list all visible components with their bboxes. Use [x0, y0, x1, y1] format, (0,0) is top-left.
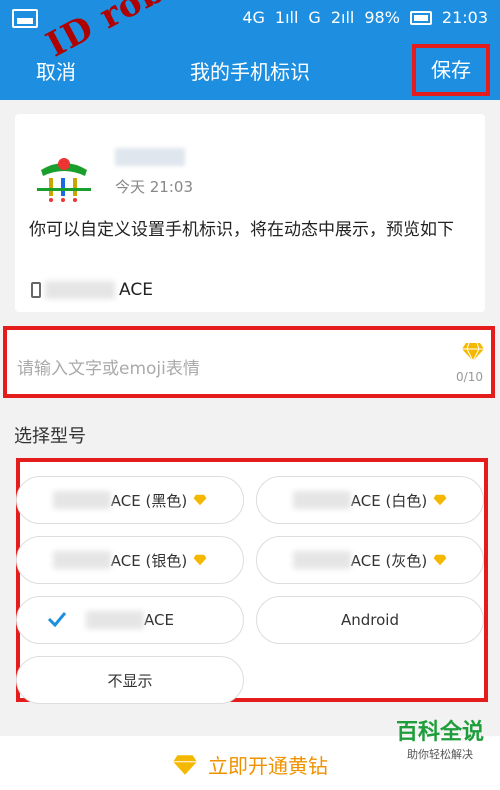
network-4g-label: 4G: [242, 8, 265, 27]
model-label: ACE (灰色): [350, 551, 428, 570]
clock: 21:03: [441, 8, 488, 27]
model-option-default[interactable]: ACE: [16, 596, 244, 644]
model-name-redacted: [292, 551, 351, 569]
model-label: Android: [341, 611, 399, 629]
model-label: ACE (银色): [110, 551, 188, 570]
diamond-icon: [173, 754, 197, 775]
upgrade-label: 立即开通黄钻: [208, 754, 328, 778]
diamond-icon: [193, 494, 207, 506]
model-label: ACE (黑色): [110, 491, 188, 510]
signal-strength-1: 1ıll: [274, 8, 299, 27]
model-name-redacted: [86, 611, 145, 629]
battery-percent: 98%: [364, 8, 400, 27]
model-name-redacted: [52, 551, 111, 569]
model-name-redacted: [52, 491, 111, 509]
phone-icon: [31, 282, 41, 298]
model-section-label: 选择型号: [14, 426, 86, 447]
input-placeholder: 请输入文字或emoji表情: [17, 359, 200, 379]
model-option-silver[interactable]: ACE (银色): [16, 536, 244, 584]
device-name-redacted: [45, 281, 115, 299]
diamond-icon: [193, 554, 207, 566]
model-option-black[interactable]: ACE (黑色): [16, 476, 244, 524]
model-label: ACE: [144, 611, 174, 629]
preview-card: 今天 21:03 你可以自定义设置手机标识，将在动态中展示，预览如下 ACE: [15, 114, 485, 312]
char-counter: 0/10: [456, 370, 483, 384]
network-g-label: G: [308, 8, 321, 27]
battery-icon: [409, 10, 432, 25]
logo-main-text: 百科全说: [395, 720, 484, 745]
checkmark-icon: [47, 612, 67, 627]
model-option-android[interactable]: Android: [256, 596, 484, 644]
avatar-image: [27, 136, 101, 206]
signal-strength-2: 2ıll: [330, 8, 355, 27]
logo-sub-text: 助你轻松解决: [406, 748, 473, 761]
save-button[interactable]: 保存: [412, 44, 490, 96]
diamond-icon: [433, 494, 447, 506]
avatar: [27, 136, 101, 206]
status-indicators: 4G 1ıll G 2ıll 98% 21:03: [242, 8, 488, 27]
model-label: 不显示: [107, 671, 153, 690]
model-name-redacted: [292, 491, 351, 509]
diamond-icon: [433, 554, 447, 566]
diamond-icon: [462, 342, 484, 362]
preview-description: 你可以自定义设置手机标识，将在动态中展示，预览如下: [29, 220, 454, 240]
model-option-white[interactable]: ACE (白色): [256, 476, 484, 524]
model-option-gray[interactable]: ACE (灰色): [256, 536, 484, 584]
device-tag-preview: ACE: [31, 280, 153, 300]
gallery-notification-icon: [12, 9, 38, 28]
username-redacted: [115, 148, 185, 166]
site-logo: 百科全说 助你轻松解决: [396, 714, 484, 762]
post-time: 今天 21:03: [115, 178, 193, 196]
device-suffix: ACE: [119, 280, 153, 300]
model-option-hidden[interactable]: 不显示: [16, 656, 244, 704]
model-options: ACE (黑色) ACE (白色) ACE (银色) ACE (灰色) ACE …: [16, 458, 488, 704]
custom-label-input[interactable]: 请输入文字或emoji表情 0/10: [3, 326, 495, 398]
model-label: ACE (白色): [350, 491, 428, 510]
